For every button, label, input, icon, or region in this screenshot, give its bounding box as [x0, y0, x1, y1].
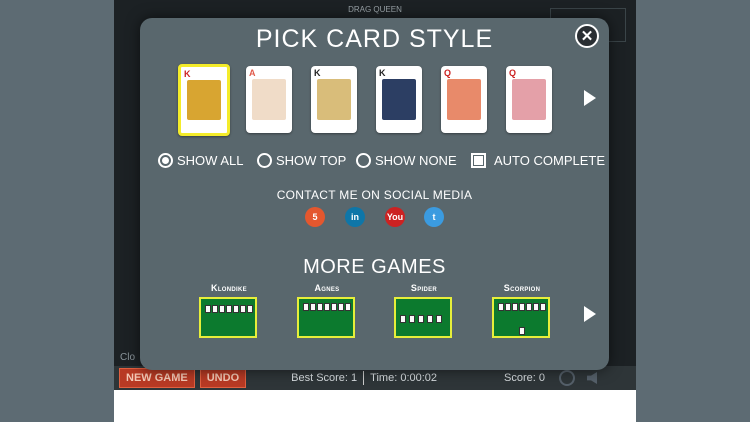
card-face — [382, 79, 416, 120]
mini-card — [526, 303, 532, 311]
game-label-scorpion[interactable]: Scorpion — [490, 283, 554, 293]
mini-card — [226, 305, 232, 313]
mini-card — [205, 305, 211, 313]
card-style-2[interactable]: A — [246, 66, 292, 133]
mini-card — [345, 303, 351, 311]
checkbox-fill — [474, 156, 483, 165]
mini-card — [303, 303, 309, 311]
show-top-label: SHOW TOP — [276, 153, 347, 168]
close-button[interactable]: ✕ — [575, 24, 599, 48]
mini-card — [436, 315, 442, 323]
card-face — [447, 79, 481, 120]
mini-card — [317, 303, 323, 311]
show-none-option[interactable]: SHOW NONE — [356, 153, 457, 168]
card-corner: K — [314, 68, 321, 78]
mini-card — [533, 303, 539, 311]
youtube-icon[interactable]: You — [385, 207, 405, 227]
game-footer — [114, 390, 636, 422]
best-score: Best Score: 1 — [291, 372, 358, 384]
card-corner: A — [249, 68, 256, 78]
modal-title: PICK CARD STYLE — [255, 25, 494, 53]
new-game-button[interactable]: NEW GAME — [119, 368, 195, 388]
agnes-thumbnail[interactable] — [297, 297, 355, 338]
time-display: Time: 0:00:02 — [370, 372, 438, 384]
card-style-3[interactable]: K — [311, 66, 357, 133]
card-style-6[interactable]: Q — [506, 66, 552, 133]
radio-show-top[interactable] — [257, 153, 272, 168]
twitter-icon[interactable]: t — [424, 207, 444, 227]
card-style-5[interactable]: Q — [441, 66, 487, 133]
undo-button[interactable]: UNDO — [199, 368, 247, 388]
radio-show-all[interactable] — [158, 153, 173, 168]
mini-card — [240, 305, 246, 313]
social-links: 5 in You t — [140, 207, 609, 229]
card-style-4[interactable]: K — [376, 66, 422, 133]
gear-icon[interactable] — [559, 370, 575, 386]
mini-card — [338, 303, 344, 311]
auto-complete-option[interactable]: AUTO COMPLETE — [471, 153, 605, 168]
auto-complete-checkbox[interactable] — [471, 153, 486, 168]
klondike-thumbnail[interactable] — [199, 297, 257, 338]
mini-card — [519, 303, 525, 311]
card-face — [512, 79, 546, 120]
mini-card — [540, 303, 546, 311]
game-header-text: DRAG QUEEN — [348, 5, 402, 14]
mini-card — [233, 305, 239, 313]
contact-label: CONTACT ME ON SOCIAL MEDIA — [276, 188, 473, 202]
scorpion-thumbnail[interactable] — [492, 297, 550, 338]
mini-card — [409, 315, 415, 323]
game-label-agnes[interactable]: Agnes — [295, 283, 359, 293]
mini-card — [418, 315, 424, 323]
mini-card — [498, 303, 504, 311]
mini-card — [219, 305, 225, 313]
card-face — [187, 80, 221, 120]
mini-card — [512, 303, 518, 311]
more-games-next-icon[interactable] — [584, 306, 596, 322]
card-face — [317, 79, 351, 120]
show-all-option[interactable]: SHOW ALL — [158, 153, 243, 168]
html5-icon[interactable]: 5 — [305, 207, 325, 227]
mini-card — [212, 305, 218, 313]
show-top-option[interactable]: SHOW TOP — [257, 153, 346, 168]
show-none-label: SHOW NONE — [375, 153, 457, 168]
game-label-klondike[interactable]: Klondike — [197, 283, 261, 293]
mini-card — [519, 327, 525, 335]
card-corner: Q — [509, 68, 517, 78]
sound-icon[interactable] — [587, 372, 597, 384]
card-face — [252, 79, 286, 120]
card-corner: Q — [444, 68, 452, 78]
linkedin-icon[interactable]: in — [345, 207, 365, 227]
radio-dot — [162, 157, 169, 164]
card-corner: K — [379, 68, 386, 78]
card-corner: K — [184, 69, 191, 79]
card-style-list: K A K K Q Q — [140, 64, 609, 136]
game-label-spider[interactable]: Spider — [392, 283, 456, 293]
card-style-1[interactable]: K — [178, 64, 230, 136]
display-options: SHOW ALL SHOW TOP SHOW NONE AUTO COMPLET… — [140, 152, 609, 174]
show-all-label: SHOW ALL — [177, 153, 244, 168]
close-icon: ✕ — [580, 27, 594, 45]
spider-thumbnail[interactable] — [394, 297, 452, 338]
mini-card — [247, 305, 253, 313]
next-arrow-icon[interactable] — [584, 90, 596, 106]
card-style-modal: PICK CARD STYLE ✕ K A K K Q Q SHOW ALL S… — [140, 18, 609, 370]
score-display: Score: 0 — [504, 372, 545, 384]
mini-card — [310, 303, 316, 311]
mini-card — [324, 303, 330, 311]
clock-label: Clo — [120, 352, 136, 363]
auto-complete-label: AUTO COMPLETE — [494, 153, 606, 168]
more-games-title: MORE GAMES — [303, 256, 446, 278]
radio-show-none[interactable] — [356, 153, 371, 168]
mini-card — [331, 303, 337, 311]
mini-card — [427, 315, 433, 323]
divider — [363, 371, 365, 385]
mini-card — [400, 315, 406, 323]
mini-card — [505, 303, 511, 311]
